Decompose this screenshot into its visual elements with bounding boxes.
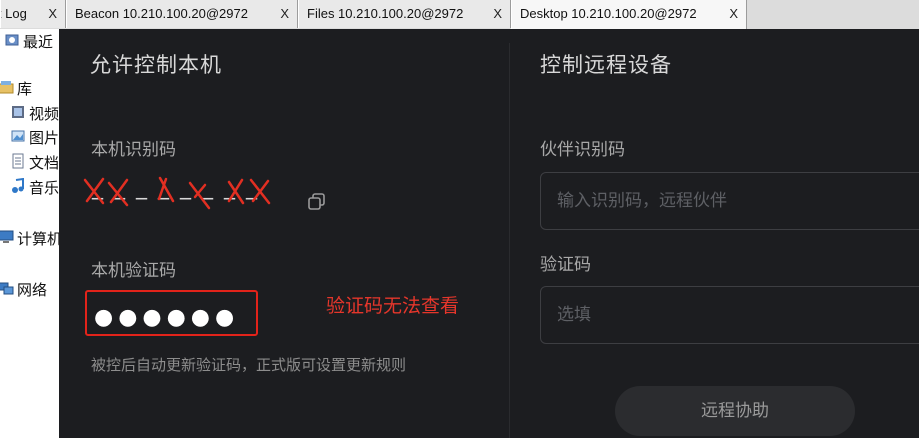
- tab-label: it Log: [1, 6, 27, 21]
- partner-id-input[interactable]: 输入识别码，远程伙伴: [540, 172, 919, 230]
- close-icon[interactable]: X: [280, 0, 289, 28]
- annotation-text: 验证码无法查看: [326, 295, 460, 317]
- explorer-item-music[interactable]: 音乐: [10, 177, 59, 199]
- remote-desktop-panel: 允许控制本机 本机识别码 _ _ _ _ _ _ _ _ 本机验证码 ●●●●●…: [59, 29, 919, 438]
- explorer-item-computer[interactable]: 计算机: [0, 228, 59, 250]
- computer-icon: [0, 230, 14, 243]
- close-icon[interactable]: X: [729, 0, 738, 28]
- music-icon: [12, 178, 24, 193]
- redaction-marks: [83, 176, 271, 210]
- allow-control-title: 允许控制本机: [90, 53, 222, 77]
- remote-assist-button[interactable]: 远程协助: [615, 386, 855, 436]
- close-icon[interactable]: X: [48, 0, 57, 28]
- tab-beacon[interactable]: Beacon 10.210.100.20@2972 X: [66, 0, 298, 28]
- picture-icon: [11, 130, 25, 142]
- tab-label: Desktop 10.210.100.20@2972: [520, 6, 697, 21]
- explorer-item-recent[interactable]: 最近: [4, 31, 53, 53]
- code-update-hint: 被控后自动更新验证码，正式版可设置更新规则: [91, 356, 407, 374]
- panel-divider: [509, 43, 510, 438]
- recent-icon: [5, 34, 19, 46]
- explorer-label: 视频: [29, 105, 59, 123]
- explorer-label: 计算机: [17, 230, 59, 248]
- explorer-label: 图片: [29, 129, 59, 147]
- explorer-tree: 最近 库 视频 图片 文档 音乐 计算机 网络: [0, 29, 59, 438]
- local-code-value: ●●●●●●: [94, 305, 240, 330]
- explorer-item-video[interactable]: 视频: [10, 103, 59, 125]
- local-code-label: 本机验证码: [91, 261, 176, 281]
- document-icon: [12, 153, 24, 169]
- remote-code-label: 验证码: [540, 255, 591, 275]
- tab-files[interactable]: Files 10.210.100.20@2972 X: [298, 0, 511, 28]
- tab-label: Files 10.210.100.20@2972: [307, 6, 464, 21]
- tab-event-log[interactable]: it Log X: [0, 0, 66, 28]
- network-icon: [0, 282, 14, 295]
- explorer-label: 最近: [23, 33, 54, 51]
- remote-code-input[interactable]: 选填: [540, 286, 919, 344]
- video-icon: [12, 106, 24, 118]
- close-icon[interactable]: X: [493, 0, 502, 28]
- explorer-label: 库: [17, 80, 33, 98]
- explorer-item-pictures[interactable]: 图片: [10, 127, 59, 149]
- partner-id-label: 伙伴识别码: [540, 140, 625, 160]
- tab-desktop[interactable]: Desktop 10.210.100.20@2972 X: [511, 0, 747, 30]
- tab-bar: it Log X Beacon 10.210.100.20@2972 X Fil…: [0, 0, 919, 30]
- explorer-item-network[interactable]: 网络: [0, 279, 47, 301]
- local-id-label: 本机识别码: [91, 140, 176, 160]
- remote-control-title: 控制远程设备: [540, 53, 672, 77]
- explorer-item-library[interactable]: 库: [0, 78, 32, 100]
- tab-label: Beacon 10.210.100.20@2972: [75, 6, 248, 21]
- library-icon: [0, 81, 14, 94]
- explorer-label: 网络: [17, 281, 48, 299]
- explorer-item-documents[interactable]: 文档: [10, 152, 59, 174]
- copy-icon[interactable]: [307, 192, 327, 212]
- explorer-label: 音乐: [29, 179, 59, 197]
- explorer-label: 文档: [29, 154, 59, 172]
